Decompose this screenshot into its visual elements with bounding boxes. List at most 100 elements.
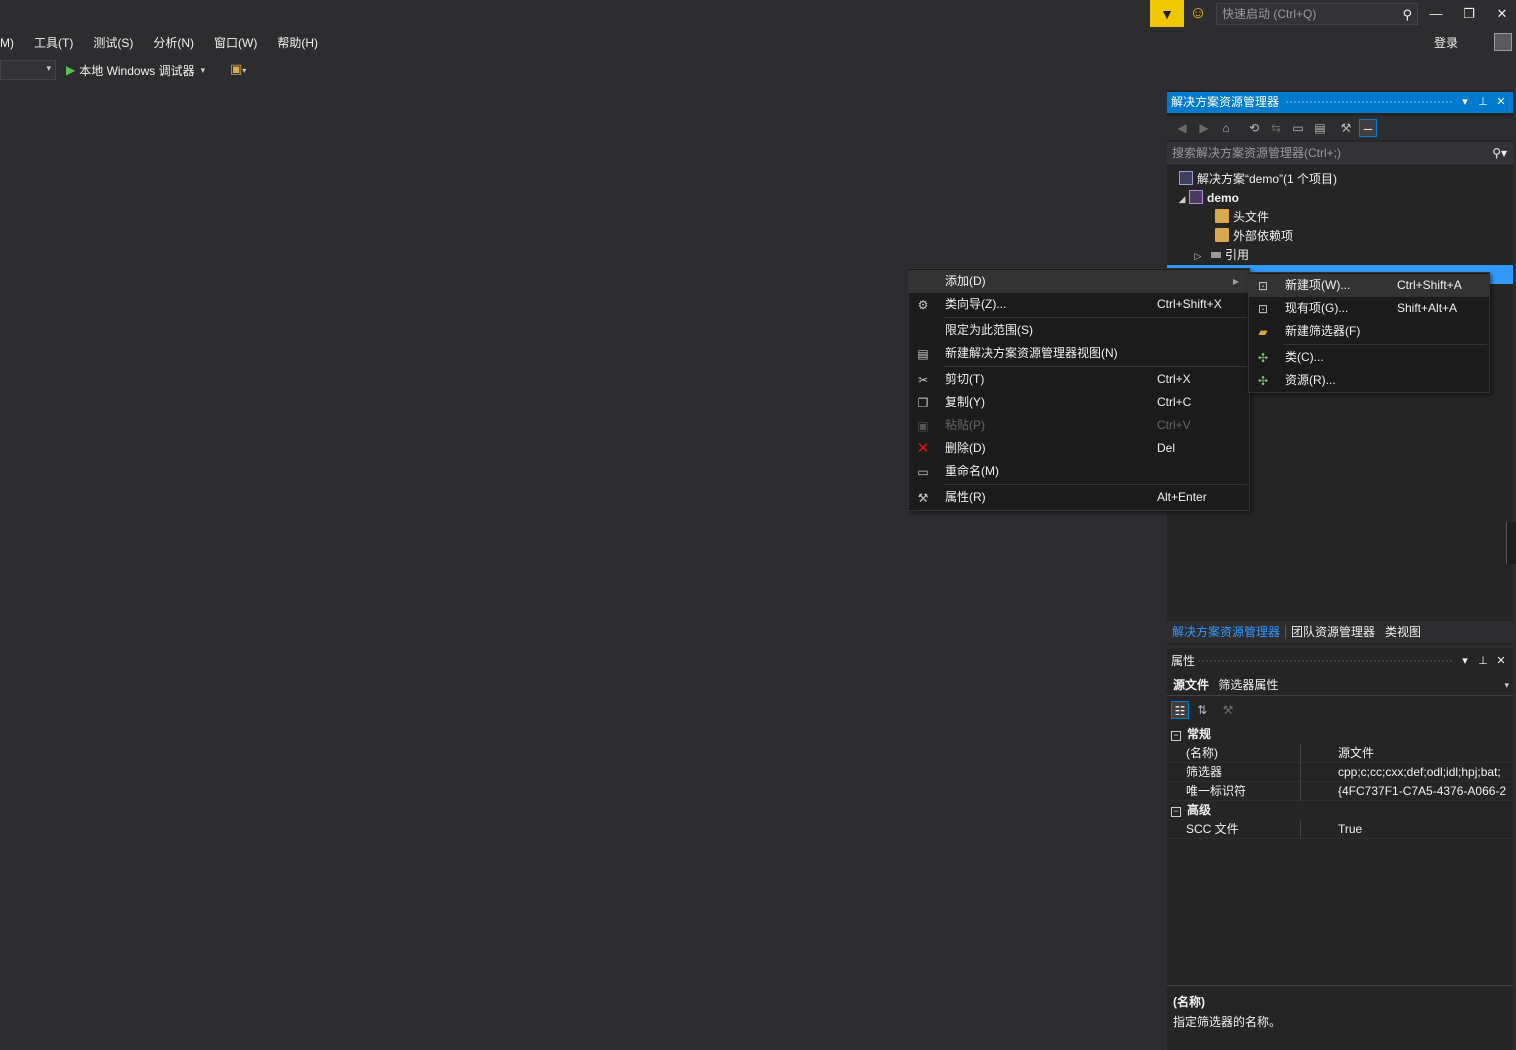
panel-title: 属性 xyxy=(1171,654,1196,668)
property-value[interactable]: True xyxy=(1338,820,1513,839)
menu-item-help[interactable]: 帮助(H) xyxy=(267,33,328,53)
restore-button[interactable]: ❐ xyxy=(1457,4,1481,24)
chevron-down-icon[interactable]: ▾ xyxy=(201,65,206,76)
category-general[interactable]: − 常规 xyxy=(1167,725,1513,744)
menu-item-delete[interactable]: ✕ 删除(D) Del xyxy=(909,437,1249,460)
menu-item-rename[interactable]: ▭ 重命名(M) xyxy=(909,460,1249,483)
tree-item-solution[interactable]: 解决方案“demo”(1 个项目) xyxy=(1167,170,1513,189)
back-icon[interactable]: ◀ xyxy=(1173,119,1191,137)
toolbar-options-icon[interactable]: ▣▾ xyxy=(230,61,246,77)
categorized-icon[interactable]: ☷ xyxy=(1171,701,1189,719)
sync-icon[interactable]: ⇆ xyxy=(1267,119,1285,137)
property-row[interactable]: 筛选器 cpp;c;cc;cxx;def;odl;idl;hpj;bat; xyxy=(1167,763,1513,782)
panel-menu-icon[interactable]: ▾ xyxy=(1457,92,1473,113)
properties-panel: 属性 ▾ ⊥ ✕ 源文件 筛选器属性 ▾ ☷ ⇅ ⚒ − 常规 (名称) 源文件 … xyxy=(1167,648,1513,1050)
login-link[interactable]: 登录 xyxy=(1434,34,1458,51)
menu-item-properties[interactable]: ⚒ 属性(R) Alt+Enter xyxy=(909,486,1249,509)
menu-item-existing-item[interactable]: ⊡ 现有项(G)... Shift+Alt+A xyxy=(1249,297,1489,320)
tree-item-headers[interactable]: 头文件 xyxy=(1167,208,1513,227)
feedback-filter-icon[interactable]: ▼ xyxy=(1150,0,1184,27)
menu-item-paste[interactable]: ▣ 粘贴(P) Ctrl+V xyxy=(909,414,1249,437)
home-icon[interactable]: ⌂ xyxy=(1217,119,1235,137)
search-icon[interactable]: ⚲▾ xyxy=(1492,142,1507,164)
menu-item-project[interactable]: M) xyxy=(0,33,24,53)
wrench-icon[interactable]: ⚒ xyxy=(1337,119,1355,137)
tab-solution-explorer[interactable]: 解决方案资源管理器 xyxy=(1167,621,1285,643)
menu-item-scope[interactable]: 限定为此范围(S) xyxy=(909,319,1249,342)
close-icon[interactable]: ✕ xyxy=(1493,92,1509,113)
tree-item-project[interactable]: ◢ demo xyxy=(1167,189,1513,208)
menu-item-new-view[interactable]: ▤ 新建解决方案资源管理器视图(N) xyxy=(909,342,1249,365)
panel-menu-icon[interactable]: ▾ xyxy=(1457,651,1473,671)
menu-item-tools[interactable]: 工具(T) xyxy=(24,33,83,53)
menu-item-copy[interactable]: ❐ 复制(Y) Ctrl+C xyxy=(909,391,1249,414)
menu-item-new-item[interactable]: ⊡ 新建项(W)... Ctrl+Shift+A xyxy=(1249,274,1489,297)
account-icon[interactable] xyxy=(1494,33,1512,51)
menu-item-new-filter[interactable]: ▰ 新建筛选器(F) xyxy=(1249,320,1489,343)
property-name: 筛选器 xyxy=(1186,765,1223,779)
property-row[interactable]: (名称) 源文件 xyxy=(1167,744,1513,763)
menu-item-class-wizard[interactable]: ⚙ 类向导(Z)... Ctrl+Shift+X xyxy=(909,293,1249,316)
quick-launch-input[interactable]: 快速启动 (Ctrl+Q) ⚲ xyxy=(1216,3,1418,25)
property-name: SCC 文件 xyxy=(1186,822,1239,836)
tree-item-external-deps[interactable]: 外部依赖项 xyxy=(1167,227,1513,246)
menu-item-add-class[interactable]: ✣ 类(C)... xyxy=(1249,346,1489,369)
start-debugging-button[interactable]: ▶ 本地 Windows 调试器 ▾ xyxy=(62,60,205,80)
menu-item-test[interactable]: 测试(S) xyxy=(83,33,143,53)
solution-search-input[interactable]: 搜索解决方案资源管理器(Ctrl+;) ⚲▾ xyxy=(1167,142,1513,164)
property-value[interactable]: {4FC737F1-C7A5-4376-A066-2 xyxy=(1338,782,1513,801)
pin-icon[interactable]: ⊥ xyxy=(1475,92,1491,113)
forward-icon[interactable]: ▶ xyxy=(1195,119,1213,137)
solution-explorer-tabs: 解决方案资源管理器 团队资源管理器 类视图 xyxy=(1167,621,1513,643)
preview-icon[interactable]: ─ xyxy=(1359,119,1377,137)
delete-icon: ✕ xyxy=(916,440,930,457)
menu-item-label: 剪切(T) xyxy=(945,372,985,386)
collapse-all-icon[interactable]: ▭ xyxy=(1289,119,1307,137)
menu-separator xyxy=(943,317,1247,318)
menu-item-add-resource[interactable]: ✣ 资源(R)... xyxy=(1249,369,1489,392)
close-icon[interactable]: ✕ xyxy=(1493,651,1509,671)
expanded-arrow-icon[interactable]: ◢ xyxy=(1175,190,1189,209)
menu-item-window[interactable]: 窗口(W) xyxy=(204,33,267,53)
tree-item-references[interactable]: ▷ 引用 xyxy=(1167,246,1513,265)
history-icon[interactable]: ⟲ xyxy=(1245,119,1263,137)
collapse-icon[interactable]: − xyxy=(1171,731,1181,741)
collapse-icon[interactable]: − xyxy=(1171,807,1181,817)
tree-item-label: 外部依赖项 xyxy=(1233,229,1294,243)
property-row[interactable]: 唯一标识符 {4FC737F1-C7A5-4376-A066-2 xyxy=(1167,782,1513,801)
tab-class-view[interactable]: 类视图 xyxy=(1380,621,1426,643)
pin-icon[interactable]: ⊥ xyxy=(1475,651,1491,671)
platform-combo[interactable]: ▾ xyxy=(0,60,56,80)
menu-item-shortcut: Alt+Enter xyxy=(1157,490,1207,504)
property-row[interactable]: SCC 文件 True xyxy=(1167,820,1513,839)
minimize-button[interactable]: — xyxy=(1424,4,1448,24)
object-selector[interactable]: 源文件 筛选器属性 ▾ xyxy=(1167,674,1513,696)
category-advanced[interactable]: − 高级 xyxy=(1167,801,1513,820)
wrench-icon: ⚒ xyxy=(917,491,929,505)
menu-item-cut[interactable]: ✂ 剪切(T) Ctrl+X xyxy=(909,368,1249,391)
class-wizard-icon: ⚙ xyxy=(917,298,929,312)
object-type: 筛选器属性 xyxy=(1218,678,1279,692)
new-filter-icon: ▰ xyxy=(1258,325,1268,339)
drag-grip[interactable] xyxy=(1197,659,1453,664)
feedback-smile-icon[interactable]: ☺ xyxy=(1188,3,1208,23)
menu-item-add[interactable]: 添加(D) ▶ xyxy=(909,270,1249,293)
add-resource-icon: ✣ xyxy=(1257,374,1269,388)
panel-title: 解决方案资源管理器 xyxy=(1171,95,1280,109)
property-value[interactable]: cpp;c;cc;cxx;def;odl;idl;hpj;bat; xyxy=(1338,763,1513,782)
tab-team-explorer[interactable]: 团队资源管理器 xyxy=(1286,621,1380,643)
show-all-files-icon[interactable]: ▤ xyxy=(1311,119,1329,137)
alphabetical-icon[interactable]: ⇅ xyxy=(1193,701,1211,719)
notification-strip[interactable] xyxy=(1506,522,1516,564)
menu-item-shortcut: Ctrl+V xyxy=(1157,418,1191,432)
drag-grip[interactable] xyxy=(1285,100,1453,105)
property-value[interactable]: 源文件 xyxy=(1338,744,1513,763)
property-pages-icon[interactable]: ⚒ xyxy=(1219,701,1237,719)
close-window-button[interactable]: ✕ xyxy=(1490,4,1514,24)
properties-toolbar: ☷ ⇅ ⚒ xyxy=(1167,698,1513,722)
collapsed-arrow-icon[interactable]: ▷ xyxy=(1191,247,1205,266)
folder-icon xyxy=(1215,228,1229,242)
menu-item-analyze[interactable]: 分析(N) xyxy=(143,33,204,53)
existing-item-icon: ⊡ xyxy=(1257,302,1269,316)
add-submenu: ⊡ 新建项(W)... Ctrl+Shift+A ⊡ 现有项(G)... Shi… xyxy=(1248,272,1490,393)
